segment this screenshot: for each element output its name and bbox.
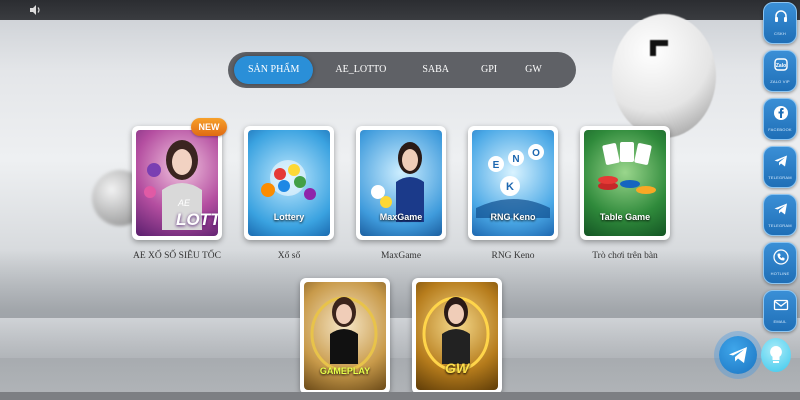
floating-lightbulb-button[interactable]	[761, 338, 791, 372]
product-art: Table Game	[584, 130, 666, 236]
sidebar-item-telegram-2[interactable]: TELEGRAM	[763, 194, 797, 236]
product-art-title: LOTTO	[176, 210, 218, 229]
product-label-rng-keno[interactable]: RNG Keno	[453, 251, 573, 261]
product-card-table-game[interactable]: Table Game	[580, 126, 670, 240]
lightbulb-icon	[770, 346, 782, 363]
headset-icon	[775, 10, 787, 22]
telegram-icon	[774, 155, 787, 167]
product-art: AE LOTTO	[136, 130, 218, 236]
product-label-ae-lotto[interactable]: AE XỔ SỐ SIÊU TỐC	[117, 251, 237, 261]
tab-gw[interactable]: GW	[511, 56, 556, 84]
product-art-title: GW	[444, 360, 470, 376]
product-art-title: GAMEPLAY	[319, 366, 371, 376]
product-art-title: Lottery	[273, 212, 305, 222]
background-lottery-ball-large	[612, 14, 716, 138]
sidebar-item-label: EMAIL	[773, 319, 787, 324]
product-label-table-game[interactable]: Trò chơi trên bàn	[565, 251, 685, 261]
sidebar-item-label: TELEGRAM	[768, 223, 792, 228]
svg-text:E: E	[493, 160, 500, 171]
svg-text:K: K	[506, 181, 514, 193]
tab-ae-lotto[interactable]: AE_LOTTO	[321, 56, 400, 84]
product-card-maxgame[interactable]: MaxGame	[356, 126, 446, 240]
sidebar-item-facebook[interactable]: FACEBOOK	[763, 98, 797, 140]
product-art-title: Table Game	[599, 212, 651, 222]
product-card-gameplay[interactable]: GAMEPLAY	[300, 278, 390, 394]
product-art-title: RNG Keno	[490, 212, 536, 222]
sidebar-item-zalo[interactable]: Zalo ZALO VIP	[763, 50, 797, 92]
svg-text:Zalo: Zalo	[776, 63, 786, 69]
telegram-icon	[729, 347, 747, 363]
background-track	[0, 318, 800, 358]
sidebar-item-telegram[interactable]: TELEGRAM	[763, 146, 797, 188]
product-art: GW	[416, 282, 498, 390]
sidebar-item-label: HOTLINE	[770, 271, 790, 276]
floating-telegram-button[interactable]	[719, 336, 757, 374]
tab-saba[interactable]: SABA	[408, 56, 463, 84]
sidebar-item-label: CSKH	[774, 31, 786, 36]
product-art: MaxGame	[360, 130, 442, 236]
zalo-icon: Zalo	[774, 58, 788, 71]
bottom-strip	[0, 392, 800, 400]
sidebar-item-label: FACEBOOK	[768, 127, 792, 132]
product-label-maxgame[interactable]: MaxGame	[341, 251, 461, 261]
sidebar-item-email[interactable]: EMAIL	[763, 290, 797, 332]
telegram-icon	[774, 203, 787, 215]
sidebar-item-cskh[interactable]: CSKH	[763, 2, 797, 44]
mail-icon	[773, 299, 789, 311]
tab-gpi[interactable]: GPI	[467, 56, 511, 84]
tab-san-pham[interactable]: SẢN PHẨM	[234, 56, 314, 84]
product-tabs: SẢN PHẨM AE_LOTTO SABA GPI GW	[228, 52, 576, 88]
product-card-lottery[interactable]: Lottery	[244, 126, 334, 240]
product-card-rng-keno[interactable]: E N O K RNG Keno	[468, 126, 558, 240]
product-art: Lottery	[248, 130, 330, 236]
product-label-lottery[interactable]: Xổ số	[229, 251, 349, 261]
sidebar-item-label: ZALO VIP	[770, 79, 790, 84]
phone-icon	[773, 249, 789, 265]
product-art: GAMEPLAY	[304, 282, 386, 390]
product-art: E N O K RNG Keno	[472, 130, 554, 236]
new-badge: NEW	[191, 118, 227, 136]
facebook-icon	[774, 106, 788, 120]
speaker-icon[interactable]	[28, 3, 42, 17]
svg-text:O: O	[532, 148, 540, 159]
product-art-title: MaxGame	[379, 212, 423, 222]
contact-sidebar: CSKH Zalo ZALO VIP FACEBOOK TELEGRAM TEL…	[760, 0, 800, 346]
product-card-ae-lotto[interactable]: AE LOTTO	[132, 126, 222, 240]
sidebar-item-label: TELEGRAM	[768, 175, 792, 180]
ball-mark-icon	[650, 40, 668, 56]
sidebar-item-hotline[interactable]: HOTLINE	[763, 242, 797, 284]
svg-text:N: N	[512, 154, 519, 165]
product-card-gw[interactable]: GW	[412, 278, 502, 394]
product-art-sub: AE	[178, 198, 191, 208]
